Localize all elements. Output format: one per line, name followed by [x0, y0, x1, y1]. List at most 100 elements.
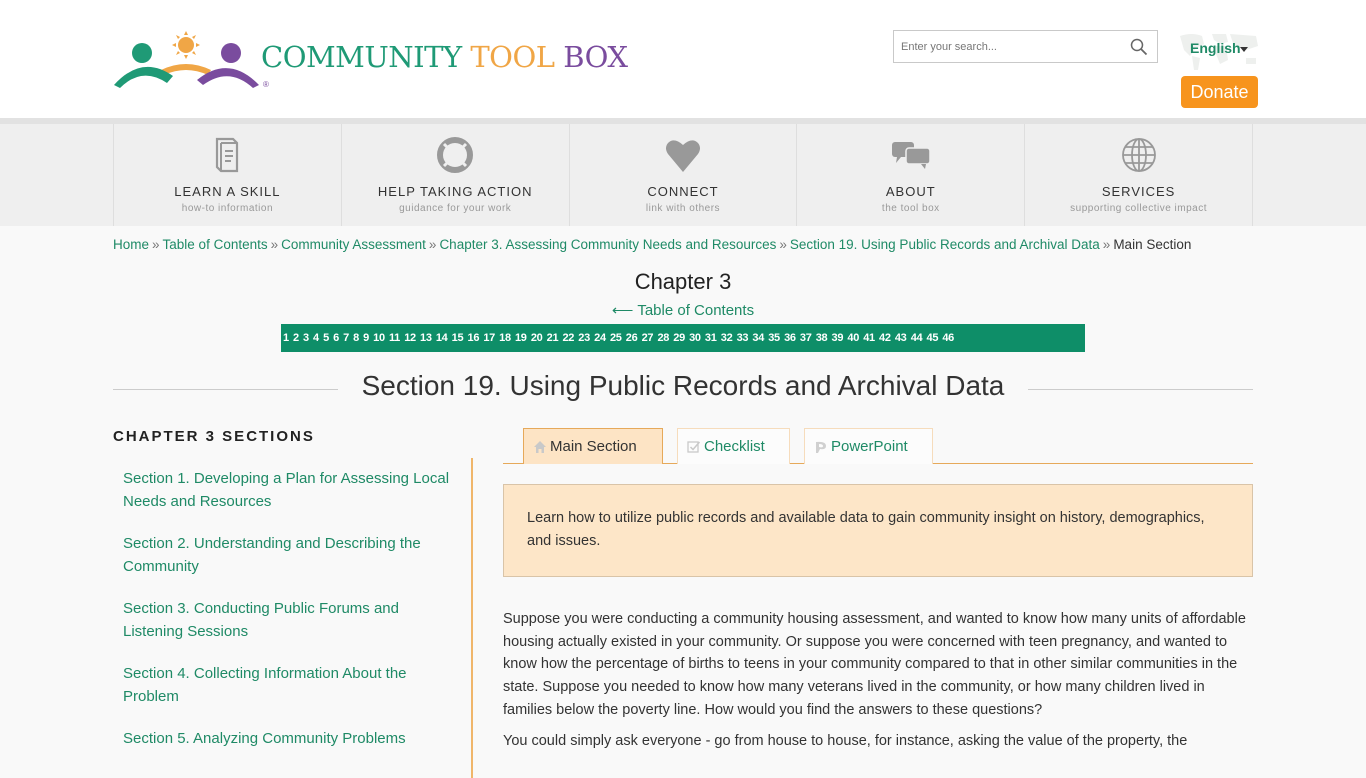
pager-link-section-40[interactable]: 40	[847, 332, 859, 344]
pager-link-section-11[interactable]: 11	[389, 332, 400, 344]
pager-link-section-12[interactable]: 12	[404, 332, 416, 344]
pager-link-section-28[interactable]: 28	[657, 332, 669, 344]
tab-checklist[interactable]: Checklist	[677, 428, 790, 464]
pager-link-section-5[interactable]: 5	[323, 332, 329, 344]
sidebar-title: CHAPTER 3 SECTIONS	[113, 428, 315, 445]
article-body: Suppose you were conducting a community …	[503, 608, 1255, 760]
breadcrumb-separator: »	[428, 237, 437, 252]
pager-link-section-1[interactable]: 1	[283, 332, 289, 344]
pager-link-section-43[interactable]: 43	[895, 332, 907, 344]
pager-link-section-10[interactable]: 10	[373, 332, 385, 344]
logo-wordmark: COMMUNITY TOOL BOX	[261, 40, 628, 74]
logo-word-box: BOX	[563, 40, 628, 74]
pager-link-section-7[interactable]: 7	[343, 332, 349, 344]
pager-link-section-33[interactable]: 33	[737, 332, 749, 344]
pager-link-section-26[interactable]: 26	[626, 332, 638, 344]
pager-link-section-22[interactable]: 22	[562, 332, 574, 344]
pager-link-section-32[interactable]: 32	[721, 332, 733, 344]
main-nav: LEARN A SKILL how-to information HELP TA…	[0, 118, 1366, 226]
sidebar-item-section-2[interactable]: Section 2. Understanding and Describing …	[113, 523, 471, 588]
nav-item-connect[interactable]: CONNECT link with others	[570, 124, 798, 226]
pager-link-section-3[interactable]: 3	[303, 332, 309, 344]
breadcrumb: Home» Table of Contents» Community Assessm…	[113, 237, 1191, 252]
section-title: Section 19. Using Public Records and Arc…	[361, 370, 1005, 401]
registered-mark: ®	[263, 80, 269, 89]
pager-link-section-45[interactable]: 45	[927, 332, 939, 344]
search-input[interactable]	[894, 31, 1119, 62]
pager-link-section-34[interactable]: 34	[752, 332, 764, 344]
nav-item-learn-a-skill[interactable]: LEARN A SKILL how-to information	[114, 124, 342, 226]
tab-main-section[interactable]: Main Section	[523, 428, 663, 464]
pager-link-section-27[interactable]: 27	[642, 332, 654, 344]
search-icon[interactable]	[1130, 38, 1148, 56]
people-sun-logo-icon	[114, 31, 259, 88]
pager-link-section-2[interactable]: 2	[293, 332, 299, 344]
sidebar-item-section-1[interactable]: Section 1. Developing a Plan for Assessi…	[113, 458, 471, 523]
pager-link-section-8[interactable]: 8	[353, 332, 359, 344]
nav-subtitle: the tool box	[881, 203, 940, 214]
sidebar-item-section-3[interactable]: Section 3. Conducting Public Forums and …	[113, 588, 471, 653]
breadcrumb-section-19[interactable]: Section 19. Using Public Records and Arc…	[790, 237, 1100, 252]
sidebar-item-section-4[interactable]: Section 4. Collecting Information About …	[113, 653, 471, 718]
chapter-title: Chapter 3	[634, 269, 732, 294]
pager-link-section-37[interactable]: 37	[800, 332, 812, 344]
tab-powerpoint[interactable]: PowerPoint	[804, 428, 933, 464]
sidebar-section-list: Section 1. Developing a Plan for Assessi…	[113, 458, 473, 778]
section-tabs: Main Section Checklist PowerPoint	[503, 428, 1253, 464]
nav-subtitle: link with others	[645, 203, 721, 214]
pager-link-section-4[interactable]: 4	[313, 332, 319, 344]
pager-link-section-30[interactable]: 30	[689, 332, 701, 344]
pager-link-section-29[interactable]: 29	[673, 332, 685, 344]
breadcrumb-current: Main Section	[1113, 237, 1192, 252]
pager-link-section-35[interactable]: 35	[768, 332, 780, 344]
pager-link-section-6[interactable]: 6	[333, 332, 339, 344]
pager-link-section-15[interactable]: 15	[452, 332, 464, 344]
pager-link-section-36[interactable]: 36	[784, 332, 796, 344]
logo-word-community: COMMUNITY	[261, 40, 462, 74]
book-icon	[216, 137, 239, 173]
breadcrumb-home[interactable]: Home	[113, 237, 149, 252]
nav-title: SERVICES	[1101, 184, 1176, 199]
heart-icon	[665, 140, 700, 172]
breadcrumb-chapter-3[interactable]: Chapter 3. Assessing Community Needs and…	[439, 237, 776, 252]
pager-link-section-38[interactable]: 38	[816, 332, 828, 344]
pager-link-section-14[interactable]: 14	[436, 332, 448, 344]
nav-subtitle: supporting collective impact	[1070, 203, 1207, 214]
sidebar-item-section-5[interactable]: Section 5. Analyzing Community Problems	[113, 718, 471, 760]
pager-link-section-13[interactable]: 13	[420, 332, 432, 344]
language-selector[interactable]: English	[1176, 30, 1262, 72]
tab-label: Main Section	[550, 438, 637, 455]
article-paragraph: Suppose you were conducting a community …	[503, 611, 1246, 718]
donate-button[interactable]: Donate	[1181, 76, 1258, 108]
pager-link-section-23[interactable]: 23	[578, 332, 590, 344]
powerpoint-icon	[816, 441, 826, 453]
pager-link-section-16[interactable]: 16	[468, 332, 480, 344]
pager-link-section-24[interactable]: 24	[594, 332, 606, 344]
pager-link-section-39[interactable]: 39	[832, 332, 844, 344]
pager-link-section-17[interactable]: 17	[483, 332, 495, 344]
pager-link-section-42[interactable]: 42	[879, 332, 891, 344]
nav-item-services[interactable]: SERVICES supporting collective impact	[1025, 124, 1253, 226]
pager-link-section-44[interactable]: 44	[911, 332, 923, 344]
breadcrumb-table-of-contents[interactable]: Table of Contents	[163, 237, 268, 252]
table-of-contents-link[interactable]: ⟵ Table of Contents	[0, 301, 1366, 319]
pager-link-section-21[interactable]: 21	[547, 332, 559, 344]
pager-link-section-20[interactable]: 20	[531, 332, 543, 344]
section-pager: 1 2 3 4 5 6 7 8 9 10 11 12 13 14 15 16 17 18 19 20 21 22 23 24 2…	[281, 324, 1085, 352]
pager-link-section-18[interactable]: 18	[499, 332, 511, 344]
pager-link-section-41[interactable]: 41	[863, 332, 875, 344]
tab-label: PowerPoint	[831, 438, 908, 455]
nav-subtitle: guidance for your work	[399, 203, 512, 214]
pager-link-section-46[interactable]: 46	[942, 332, 954, 344]
site-logo[interactable]: COMMUNITY TOOL BOX ®	[113, 28, 628, 92]
nav-title: HELP TAKING ACTION	[377, 184, 533, 199]
breadcrumb-separator: »	[779, 237, 787, 252]
breadcrumb-community-assessment[interactable]: Community Assessment	[281, 237, 426, 252]
pager-link-section-9[interactable]: 9	[363, 332, 369, 344]
nav-title: ABOUT	[885, 184, 936, 199]
pager-link-section-25[interactable]: 25	[610, 332, 622, 344]
pager-link-section-31[interactable]: 31	[705, 332, 717, 344]
pager-link-section-19[interactable]: 19	[515, 332, 527, 344]
nav-item-about[interactable]: ABOUT the tool box	[797, 124, 1026, 226]
nav-item-help-taking-action[interactable]: HELP TAKING ACTION guidance for your wor…	[342, 124, 570, 226]
